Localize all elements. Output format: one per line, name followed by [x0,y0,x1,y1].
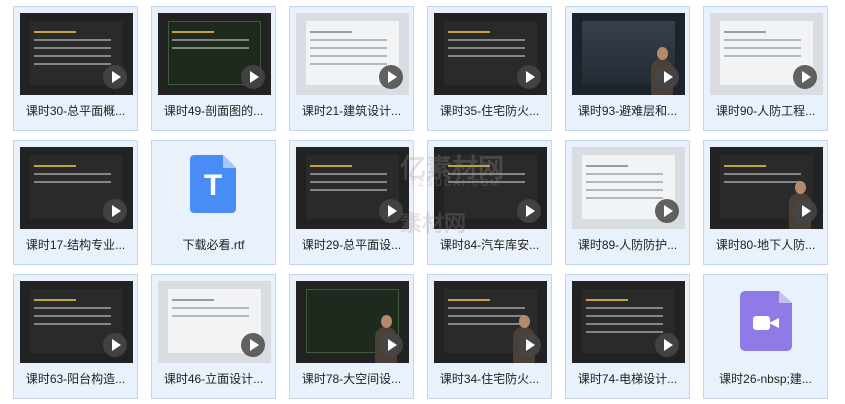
play-icon [241,333,265,357]
video-thumbnail [710,147,823,229]
play-icon [103,65,127,89]
file-tile[interactable]: 课时49-剖面图的... [151,6,276,131]
file-tile[interactable]: 课时17-结构专业... [13,140,138,265]
file-tile[interactable]: 课时80-地下人防... [703,140,828,265]
file-name: 课时49-剖面图的... [163,104,264,118]
video-thumbnail [20,13,133,95]
file-name: 课时84-汽车库安... [439,238,540,252]
file-tile[interactable]: 课时30-总平面概... [13,6,138,131]
file-name: 课时34-住宅防火... [439,372,540,386]
file-tile[interactable]: 课时78-大空间设... [289,274,414,399]
play-icon [655,333,679,357]
video-thumbnail [296,147,409,229]
file-name: 课时21-建筑设计... [301,104,402,118]
file-name: 课时30-总平面概... [25,104,126,118]
file-tile[interactable]: 课时89-人防防护... [565,140,690,265]
video-thumbnail [434,281,547,363]
file-tile[interactable]: 课时46-立面设计... [151,274,276,399]
video-thumbnail [158,13,271,95]
video-thumbnail [572,281,685,363]
play-icon [379,65,403,89]
file-name: 课时74-电梯设计... [577,372,678,386]
play-icon [517,333,541,357]
video-thumbnail [20,147,133,229]
video-thumbnail [434,13,547,95]
play-icon [655,65,679,89]
file-tile[interactable]: 课时29-总平面设... [289,140,414,265]
file-name: 课时90-人防工程... [715,104,816,118]
file-tile[interactable]: 课时84-汽车库安... [427,140,552,265]
rtf-document-icon: T [190,155,236,213]
file-tile[interactable]: 课时74-电梯设计... [565,274,690,399]
file-tile[interactable]: 课时26-nbsp;建... [703,274,828,399]
file-name: 课时17-结构专业... [25,238,126,252]
play-icon [655,199,679,223]
video-thumbnail [572,13,685,95]
file-tile[interactable]: 课时93-避难层和... [565,6,690,131]
file-name: 课时29-总平面设... [301,238,402,252]
file-name: 课时35-住宅防火... [439,104,540,118]
video-thumbnail [20,281,133,363]
play-icon [517,199,541,223]
video-thumbnail [434,147,547,229]
video-thumbnail [296,281,409,363]
play-icon [379,199,403,223]
file-name: 课时26-nbsp;建... [719,372,812,386]
video-thumbnail [158,281,271,363]
play-icon [103,333,127,357]
file-name: 课时63-阳台构造... [25,372,126,386]
file-tile[interactable]: 课时63-阳台构造... [13,274,138,399]
file-name: 课时80-地下人防... [715,238,816,252]
play-icon [793,65,817,89]
play-icon [793,199,817,223]
file-name: 下载必看.rtf [182,238,245,252]
play-icon [379,333,403,357]
file-tile[interactable]: T 下载必看.rtf [151,140,276,265]
video-file-icon [740,291,792,351]
file-name: 课时93-避难层和... [577,104,678,118]
play-icon [103,199,127,223]
file-name: 课时46-立面设计... [163,372,264,386]
play-icon [241,65,265,89]
file-tile[interactable]: 课时35-住宅防火... [427,6,552,131]
file-tile[interactable]: 课时34-住宅防火... [427,274,552,399]
file-tile[interactable]: 课时21-建筑设计... [289,6,414,131]
file-grid: 课时30-总平面概... 课时49-剖面图的... 课时21-建筑设计... 课… [13,6,828,399]
file-name: 课时89-人防防护... [577,238,678,252]
video-thumbnail [710,13,823,95]
file-tile[interactable]: 课时90-人防工程... [703,6,828,131]
video-thumbnail [572,147,685,229]
play-icon [517,65,541,89]
file-name: 课时78-大空间设... [301,372,402,386]
video-thumbnail [296,13,409,95]
